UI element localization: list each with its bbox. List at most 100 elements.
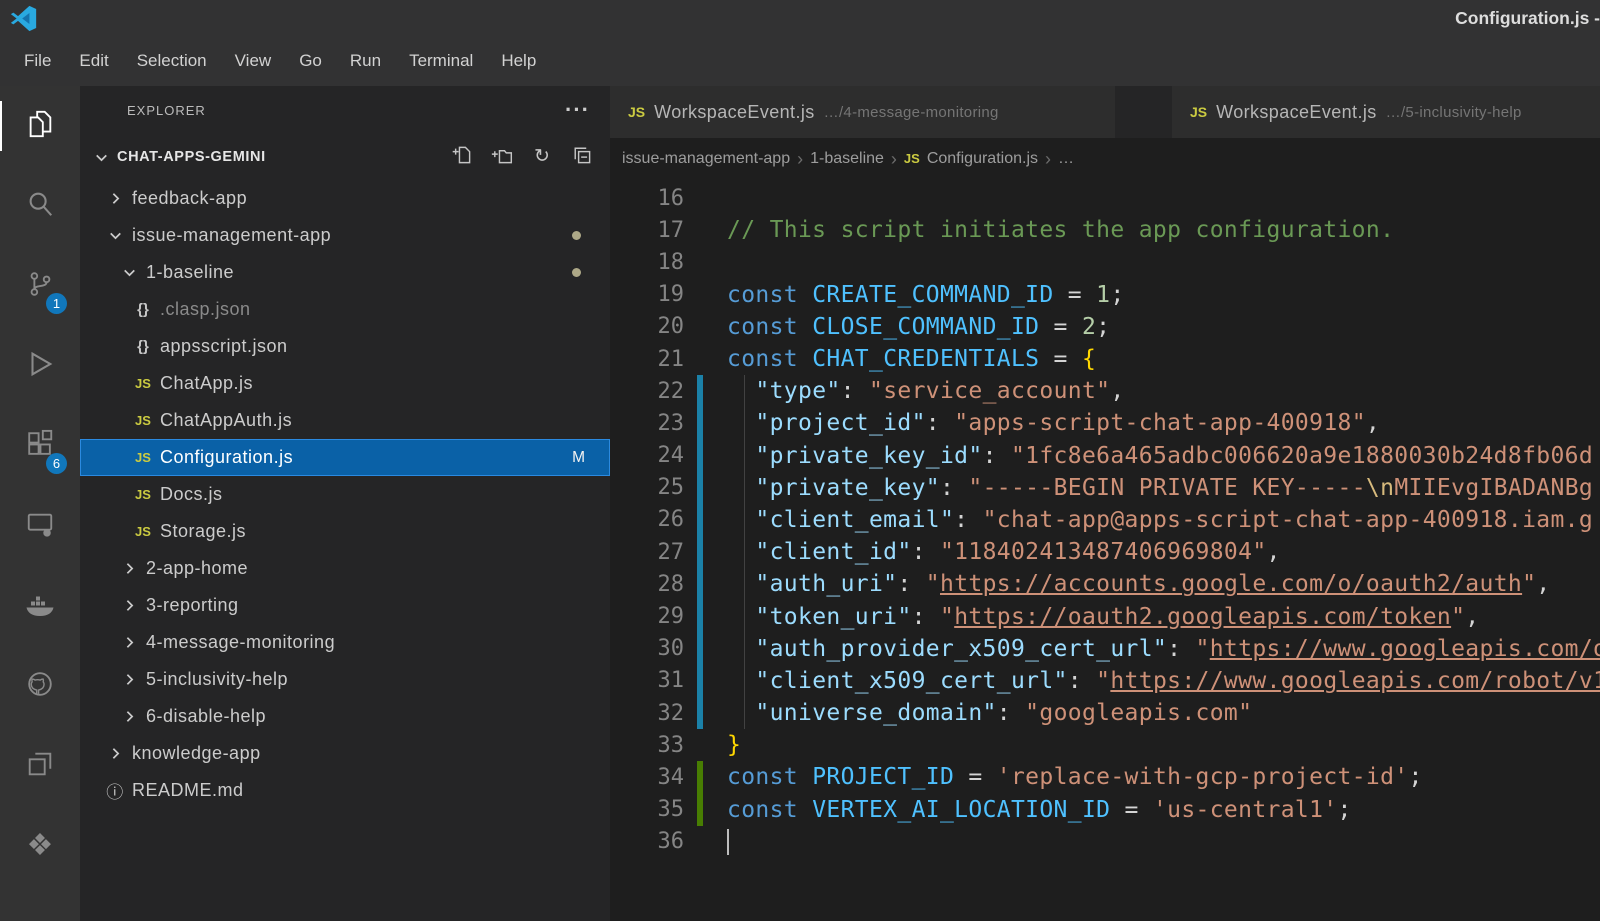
tree-item-label: Configuration.js bbox=[160, 447, 293, 468]
diamonds-icon: ❖ bbox=[27, 831, 54, 861]
tree-item-knowledge-app[interactable]: knowledge-app bbox=[80, 735, 610, 772]
code-line[interactable]: 25 "private_key": "-----BEGIN PRIVATE KE… bbox=[610, 472, 1600, 504]
new-file-button[interactable] bbox=[450, 145, 474, 169]
code-text: const CHAT_CREDENTIALS = { bbox=[727, 346, 1096, 372]
code-line[interactable]: 33} bbox=[610, 729, 1600, 761]
tree-item-configuration-js[interactable]: JSConfiguration.jsM bbox=[80, 439, 610, 476]
indent-guide bbox=[744, 472, 745, 504]
js-icon: JS bbox=[132, 450, 154, 465]
code-line[interactable]: 16 bbox=[610, 182, 1600, 214]
gutter-modified-indicator bbox=[697, 536, 703, 568]
explorer-title: EXPLORER bbox=[127, 103, 206, 118]
refresh-button[interactable]: ↻ bbox=[530, 145, 554, 169]
code-line[interactable]: 36 bbox=[610, 826, 1600, 858]
tree-item-label: 2-app-home bbox=[146, 558, 248, 579]
line-number: 25 bbox=[610, 475, 684, 500]
workspace-root[interactable]: CHAT-APPS-GEMINI ↻ bbox=[80, 134, 610, 180]
code-line[interactable]: 19const CREATE_COMMAND_ID = 1; bbox=[610, 279, 1600, 311]
tree-item-readme-md[interactable]: ⓘREADME.md bbox=[80, 772, 610, 809]
tree-item-feedback-app[interactable]: feedback-app bbox=[80, 180, 610, 217]
activity-gemini[interactable]: ❖ bbox=[0, 806, 80, 886]
code-line[interactable]: 31 "client_x509_cert_url": "https://www.… bbox=[610, 665, 1600, 697]
breadcrumb-item-configuration-js[interactable]: JSConfiguration.js bbox=[904, 150, 1038, 168]
menu-edit[interactable]: Edit bbox=[65, 51, 122, 71]
tree-item-docs-js[interactable]: JSDocs.js bbox=[80, 476, 610, 513]
gutter-modified-indicator bbox=[697, 375, 703, 407]
tree-item-2-app-home[interactable]: 2-app-home bbox=[80, 550, 610, 587]
activity-run-debug[interactable] bbox=[0, 326, 80, 406]
breadcrumb-item-more[interactable]: … bbox=[1058, 150, 1074, 168]
tab-workspaceevent-js-2[interactable]: JSWorkspaceEvent.js…/5-inclusivity-help bbox=[1172, 86, 1600, 138]
activity-github[interactable] bbox=[0, 646, 80, 726]
chevron-right-icon bbox=[118, 671, 140, 688]
tree-item-issue-management-app[interactable]: issue-management-app bbox=[80, 217, 610, 254]
code-line[interactable]: 21const CHAT_CREDENTIALS = { bbox=[610, 343, 1600, 375]
tree-item-chatappauth-js[interactable]: JSChatAppAuth.js bbox=[80, 402, 610, 439]
breadcrumb-item-issue-management-app[interactable]: issue-management-app bbox=[622, 150, 790, 168]
code-area[interactable]: 1617// This script initiates the app con… bbox=[610, 180, 1600, 921]
activity-explorer[interactable] bbox=[0, 86, 80, 166]
docker-icon bbox=[24, 588, 56, 625]
tab-workspaceevent-js-1[interactable]: JSWorkspaceEvent.js…/4-message-monitorin… bbox=[610, 86, 1115, 138]
tree-item-5-inclusivity-help[interactable]: 5-inclusivity-help bbox=[80, 661, 610, 698]
activity-badge: 6 bbox=[46, 453, 67, 474]
code-line[interactable]: 18 bbox=[610, 246, 1600, 278]
code-text: "auth_provider_x509_cert_url": "https://… bbox=[727, 636, 1600, 662]
line-number: 19 bbox=[610, 282, 684, 307]
tree-item-3-reporting[interactable]: 3-reporting bbox=[80, 587, 610, 624]
code-text: "auth_uri": "https://accounts.google.com… bbox=[727, 571, 1551, 597]
activity-references[interactable] bbox=[0, 726, 80, 806]
code-line[interactable]: 34const PROJECT_ID = 'replace-with-gcp-p… bbox=[610, 761, 1600, 793]
code-line[interactable]: 35const VERTEX_AI_LOCATION_ID = 'us-cent… bbox=[610, 794, 1600, 826]
menu-terminal[interactable]: Terminal bbox=[395, 51, 487, 71]
tree-item-storage-js[interactable]: JSStorage.js bbox=[80, 513, 610, 550]
tree-item-label: 3-reporting bbox=[146, 595, 239, 616]
activity-docker[interactable] bbox=[0, 566, 80, 646]
menu-selection[interactable]: Selection bbox=[123, 51, 221, 71]
code-line[interactable]: 28 "auth_uri": "https://accounts.google.… bbox=[610, 568, 1600, 600]
more-actions-icon[interactable]: ··· bbox=[565, 99, 590, 121]
code-text: "type": "service_account", bbox=[727, 378, 1125, 404]
activity-search[interactable] bbox=[0, 166, 80, 246]
menu-view[interactable]: View bbox=[221, 51, 286, 71]
chevron-right-icon bbox=[118, 560, 140, 577]
tree-item-4-message-monitoring[interactable]: 4-message-monitoring bbox=[80, 624, 610, 661]
tree-item-chatapp-js[interactable]: JSChatApp.js bbox=[80, 365, 610, 402]
menu-help[interactable]: Help bbox=[487, 51, 550, 71]
tree-item-1-baseline[interactable]: 1-baseline bbox=[80, 254, 610, 291]
code-line[interactable]: 24 "private_key_id": "1fc8e6a465adbc0066… bbox=[610, 440, 1600, 472]
tab-gap bbox=[1115, 86, 1172, 138]
tree-item-appsscript-json[interactable]: {}appsscript.json bbox=[80, 328, 610, 365]
tree-item-label: 1-baseline bbox=[146, 262, 234, 283]
tree-item-6-disable-help[interactable]: 6-disable-help bbox=[80, 698, 610, 735]
code-line[interactable]: 22 "type": "service_account", bbox=[610, 375, 1600, 407]
activity-remote-explorer[interactable] bbox=[0, 486, 80, 566]
code-line[interactable]: 17// This script initiates the app confi… bbox=[610, 214, 1600, 246]
indent-guide bbox=[744, 375, 745, 407]
chevron-down-icon bbox=[118, 264, 140, 281]
code-line[interactable]: 20const CLOSE_COMMAND_ID = 2; bbox=[610, 311, 1600, 343]
new-folder-button[interactable] bbox=[490, 145, 514, 169]
breadcrumb-item-1-baseline[interactable]: 1-baseline bbox=[810, 150, 884, 168]
activity-extensions[interactable]: 6 bbox=[0, 406, 80, 486]
js-icon: JS bbox=[132, 487, 154, 502]
tree-item-clasp-json[interactable]: {}.clasp.json bbox=[80, 291, 610, 328]
code-line[interactable]: 26 "client_email": "chat-app@apps-script… bbox=[610, 504, 1600, 536]
menu-run[interactable]: Run bbox=[336, 51, 395, 71]
gutter bbox=[697, 729, 703, 761]
json-icon: {} bbox=[132, 338, 154, 355]
code-line[interactable]: 32 "universe_domain": "googleapis.com" bbox=[610, 697, 1600, 729]
code-line[interactable]: 29 "token_uri": "https://oauth2.googleap… bbox=[610, 600, 1600, 632]
menu-go[interactable]: Go bbox=[285, 51, 336, 71]
collapse-all-button[interactable] bbox=[570, 145, 594, 169]
code-line[interactable]: 23 "project_id": "apps-script-chat-app-4… bbox=[610, 407, 1600, 439]
menu-file[interactable]: File bbox=[10, 51, 65, 71]
code-text: "universe_domain": "googleapis.com" bbox=[727, 700, 1252, 726]
activity-source-control[interactable]: 1 bbox=[0, 246, 80, 326]
code-line[interactable]: 30 "auth_provider_x509_cert_url": "https… bbox=[610, 633, 1600, 665]
activity-bar: 1 6 ❖ bbox=[0, 86, 80, 921]
refresh-icon: ↻ bbox=[534, 147, 550, 167]
code-line[interactable]: 27 "client_id": "118402413487406969804", bbox=[610, 536, 1600, 568]
gutter bbox=[697, 279, 703, 311]
editor: JSWorkspaceEvent.js…/4-message-monitorin… bbox=[610, 86, 1600, 921]
